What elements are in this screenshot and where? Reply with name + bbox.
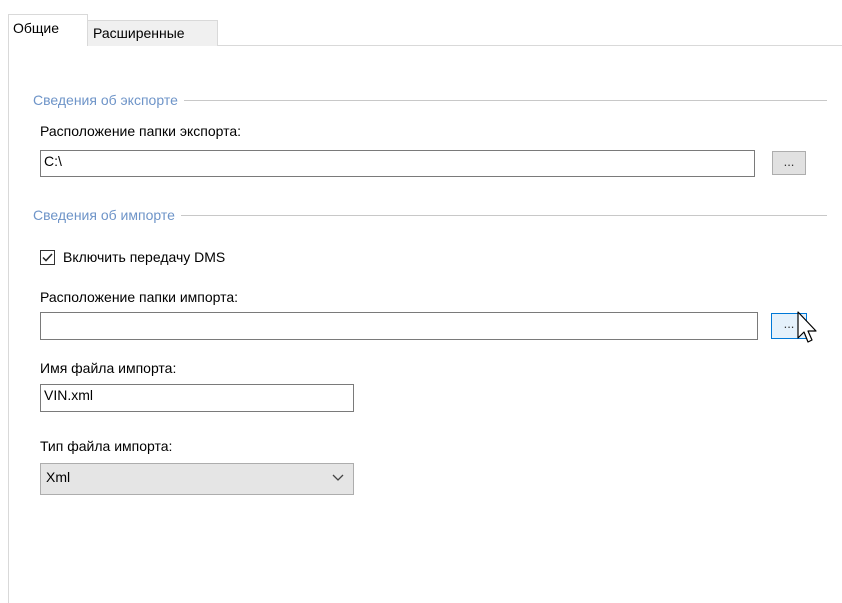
tab-advanced-label: Расширенные — [93, 25, 185, 41]
export-folder-value: C:\ — [44, 153, 62, 169]
export-browse-label: ... — [783, 154, 795, 169]
import-folder-label: Расположение папки импорта: — [40, 289, 239, 305]
import-folder-input[interactable] — [40, 312, 758, 340]
tab-advanced[interactable]: Расширенные — [87, 20, 218, 46]
tab-bar: Общие Расширенные — [0, 0, 842, 46]
export-group-title: Сведения об экспорте — [33, 92, 178, 108]
import-filetype-label: Тип файла импорта: — [40, 438, 173, 454]
enable-dms-label: Включить передачу DMS — [63, 249, 226, 265]
import-filename-input[interactable]: VIN.xml — [40, 384, 354, 412]
import-filename-label: Имя файла импорта: — [40, 360, 177, 376]
import-group-divider — [180, 214, 827, 216]
import-filename-value: VIN.xml — [44, 387, 93, 403]
import-filetype-select[interactable]: Xml — [40, 463, 354, 495]
tab-general[interactable]: Общие — [8, 14, 88, 46]
export-group-divider — [183, 99, 827, 101]
export-folder-input[interactable]: C:\ — [40, 150, 755, 177]
tab-general-label: Общие — [13, 20, 60, 36]
export-browse-button[interactable]: ... — [772, 151, 806, 175]
export-folder-label: Расположение папки экспорта: — [40, 123, 242, 139]
enable-dms-checkbox-row[interactable]: Включить передачу DMS — [40, 249, 225, 265]
checkmark-icon — [42, 252, 53, 262]
import-filetype-value: Xml — [46, 469, 71, 485]
panel-border-top — [218, 45, 842, 46]
chevron-down-icon — [332, 474, 344, 481]
import-group-title: Сведения об импорте — [33, 207, 175, 223]
export-group-header: Сведения об экспорте — [33, 92, 827, 108]
mouse-pointer-icon — [797, 311, 817, 343]
panel-border-left — [8, 45, 9, 603]
import-browse-label: ... — [783, 316, 795, 331]
import-group-header: Сведения об импорте — [33, 207, 827, 223]
enable-dms-checkbox[interactable] — [40, 249, 55, 265]
